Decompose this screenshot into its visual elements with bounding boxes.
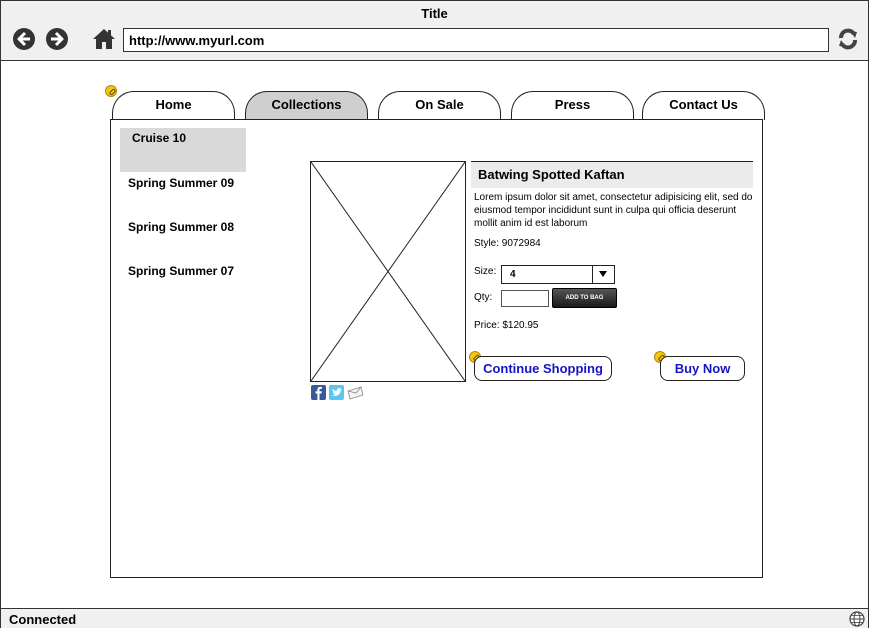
url-input[interactable] bbox=[123, 28, 829, 52]
tab-press[interactable]: Press bbox=[511, 91, 634, 120]
facebook-icon[interactable] bbox=[311, 385, 326, 400]
forward-arrow-icon[interactable] bbox=[45, 27, 69, 51]
browser-toolbar: Title bbox=[1, 1, 868, 61]
qty-input[interactable] bbox=[501, 290, 549, 307]
status-text: Connected bbox=[9, 612, 77, 627]
size-select-value: 4 bbox=[510, 269, 516, 280]
home-icon[interactable] bbox=[92, 27, 116, 51]
continue-shopping-button[interactable]: Continue Shopping bbox=[474, 356, 612, 381]
product-price: Price: $120.95 bbox=[474, 320, 539, 331]
add-to-bag-button[interactable]: ADD TO BAG bbox=[552, 288, 617, 308]
size-label: Size: bbox=[474, 266, 497, 277]
chevron-down-icon bbox=[592, 266, 614, 283]
sidebar-item-spring-summer-07[interactable]: Spring Summer 07 bbox=[128, 264, 234, 278]
product-style: Style: 9072984 bbox=[474, 238, 541, 249]
tab-collections[interactable]: Collections bbox=[245, 91, 368, 120]
tab-contact-us[interactable]: Contact Us bbox=[642, 91, 765, 120]
refresh-icon[interactable] bbox=[836, 27, 860, 51]
qty-label: Qty: bbox=[474, 292, 493, 303]
tab-on-sale[interactable]: On Sale bbox=[378, 91, 501, 120]
product-title: Batwing Spotted Kaftan bbox=[471, 161, 753, 188]
link-icon bbox=[105, 85, 117, 97]
sidebar-item-spring-summer-08[interactable]: Spring Summer 08 bbox=[128, 220, 234, 234]
product-image-placeholder bbox=[310, 161, 466, 382]
status-bar: Connected bbox=[1, 608, 868, 628]
product-description: Lorem ipsum dolor sit amet, consectetur … bbox=[474, 192, 753, 229]
email-icon[interactable] bbox=[347, 385, 364, 400]
back-arrow-icon[interactable] bbox=[12, 27, 36, 51]
buy-now-button[interactable]: Buy Now bbox=[660, 356, 745, 381]
sidebar-item-cruise-10[interactable]: Cruise 10 bbox=[132, 131, 186, 145]
window-title: Title bbox=[421, 6, 448, 21]
globe-icon bbox=[849, 611, 865, 627]
twitter-icon[interactable] bbox=[329, 385, 344, 400]
size-select[interactable]: 4 bbox=[501, 265, 615, 284]
tab-home[interactable]: Home bbox=[112, 91, 235, 120]
sidebar-item-spring-summer-09[interactable]: Spring Summer 09 bbox=[128, 176, 234, 190]
